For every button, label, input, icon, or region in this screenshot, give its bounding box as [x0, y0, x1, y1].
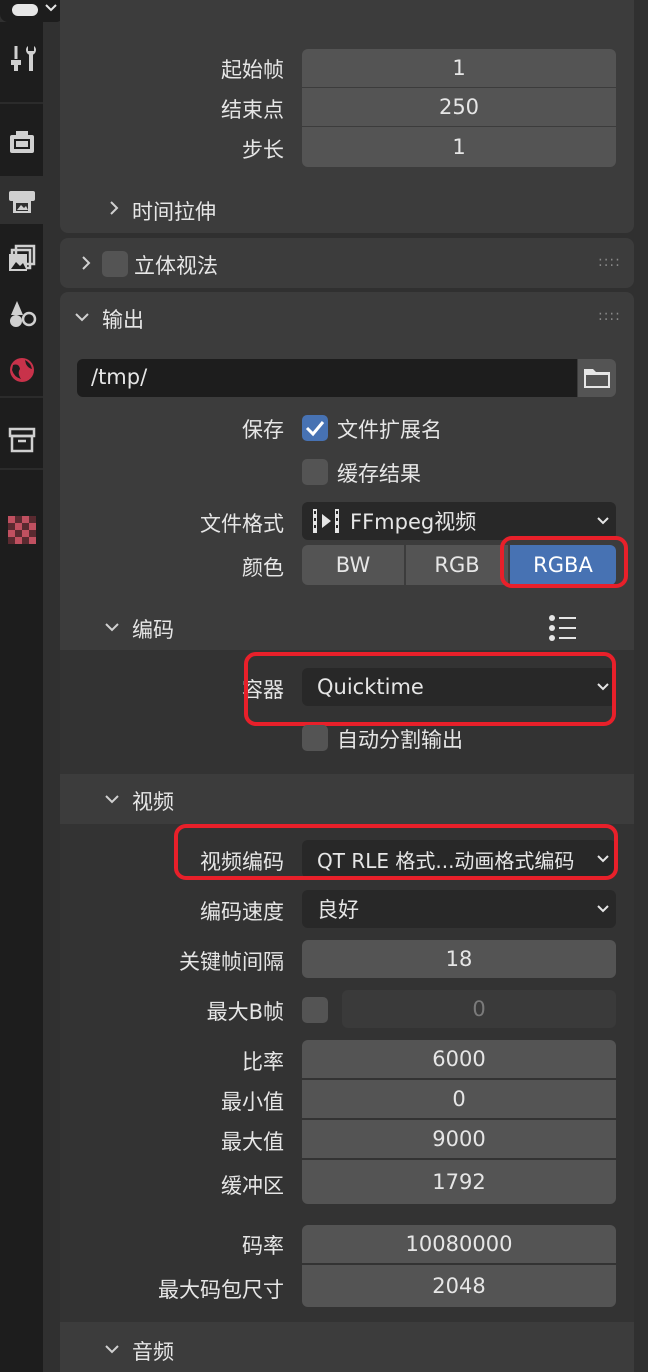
autosplit-checkbox[interactable] [302, 725, 328, 751]
frame-end-label: 结束点 [221, 98, 284, 122]
max-b-frames-field: 0 [342, 990, 616, 1028]
collection-icon [8, 427, 35, 453]
audio-title: 音频 [132, 1340, 174, 1364]
autosplit-label: 自动分割输出 [337, 728, 463, 752]
file-extensions-checkbox[interactable] [302, 415, 328, 441]
world-icon [9, 358, 34, 382]
file-format-dropdown[interactable]: FFmpeg视频 [302, 502, 616, 540]
film-icon [313, 509, 339, 533]
mux-packet-size-field[interactable]: 2048 [302, 1265, 616, 1307]
checkmark-icon [305, 421, 325, 437]
encoding-speed-label: 编码速度 [200, 900, 284, 924]
editor-type-button[interactable] [0, 0, 64, 22]
tab-render[interactable] [0, 118, 43, 166]
highlight-box [174, 824, 618, 880]
frame-start-field[interactable]: 1 [302, 49, 616, 87]
stereoscopy-panel[interactable]: 立体视法 :::: [60, 238, 634, 288]
video-header[interactable]: 视频 [60, 776, 634, 822]
tab-world[interactable] [0, 346, 43, 394]
chevron-down-icon [105, 1345, 119, 1354]
chevron-down-icon [75, 313, 89, 322]
bitrate-field[interactable]: 6000 [302, 1040, 616, 1078]
encoding-header[interactable]: 编码 [60, 604, 634, 650]
chevron-right-icon [82, 256, 91, 270]
frame-end-field[interactable]: 250 [302, 88, 616, 126]
drag-handle-icon[interactable]: :::: [598, 254, 621, 270]
encoding-speed-dropdown[interactable]: 良好 [302, 890, 616, 928]
frame-start-label: 起始帧 [221, 58, 284, 82]
color-bw-button[interactable]: BW [302, 545, 404, 585]
chevron-down-icon [597, 905, 609, 913]
cache-result-checkbox[interactable] [302, 459, 328, 485]
tab-tool[interactable] [0, 34, 43, 82]
save-label: 保存 [242, 418, 284, 442]
stereoscopy-label: 立体视法 [134, 254, 218, 278]
max-b-frames-checkbox[interactable] [302, 997, 328, 1023]
browse-folder-button[interactable] [578, 359, 616, 397]
encoding-title: 编码 [132, 618, 174, 642]
highlight-box [244, 652, 616, 726]
stereoscopy-checkbox[interactable] [102, 251, 128, 277]
drag-handle-icon[interactable]: :::: [598, 308, 621, 324]
file-extensions-label: 文件扩展名 [337, 418, 442, 442]
max-rate-label: 最大值 [221, 1130, 284, 1154]
min-rate-field[interactable]: 0 [302, 1080, 616, 1118]
keyframe-interval-field[interactable]: 18 [302, 940, 616, 978]
color-label: 颜色 [242, 556, 284, 580]
tab-texture[interactable] [0, 506, 43, 554]
tool-icon [10, 46, 36, 71]
highlight-box [500, 536, 628, 588]
chevron-down-icon [597, 517, 609, 525]
bitrate-label: 比率 [242, 1050, 284, 1074]
mux-rate-label: 码率 [242, 1234, 284, 1258]
frame-step-label: 步长 [242, 138, 284, 162]
video-title: 视频 [132, 790, 174, 814]
time-stretch-header[interactable]: 时间拉伸 [104, 194, 404, 224]
color-rgb-button[interactable]: RGB [406, 545, 508, 585]
max-b-frames-label: 最大B帧 [206, 1000, 284, 1024]
output-path-field[interactable]: /tmp/ [77, 359, 577, 397]
mux-rate-field[interactable]: 10080000 [302, 1225, 616, 1263]
tab-collection[interactable] [0, 416, 43, 464]
tab-scene[interactable] [0, 290, 43, 338]
encoding-speed-value: 良好 [317, 898, 359, 922]
chevron-down-icon [105, 623, 119, 632]
time-stretch-label: 时间拉伸 [132, 200, 216, 224]
file-format-label: 文件格式 [200, 512, 284, 536]
keyframe-interval-label: 关键帧间隔 [179, 950, 284, 974]
file-format-value: FFmpeg视频 [350, 510, 477, 534]
chevron-down-icon [45, 4, 57, 12]
output-title: 输出 [102, 308, 144, 332]
cache-result-label: 缓存结果 [337, 462, 421, 486]
chevron-right-icon [110, 201, 119, 215]
tab-output[interactable] [0, 176, 43, 224]
texture-icon [7, 516, 36, 544]
frame-step-field[interactable]: 1 [302, 127, 616, 167]
max-rate-field[interactable]: 9000 [302, 1120, 616, 1158]
presets-list-icon[interactable] [546, 614, 578, 642]
folder-icon [584, 369, 610, 388]
chevron-down-icon [105, 795, 119, 804]
min-rate-label: 最小值 [221, 1090, 284, 1114]
buffer-field[interactable]: 1792 [302, 1160, 616, 1204]
scene-icon [9, 301, 36, 327]
properties-tab-bar [0, 22, 43, 1372]
output-icon [8, 191, 35, 213]
output-path-text: /tmp/ [91, 365, 148, 389]
audio-header[interactable]: 音频 [60, 1326, 634, 1372]
tab-view-layer[interactable] [0, 234, 43, 282]
editor-type-icon [12, 4, 38, 16]
output-header[interactable]: 输出 :::: [60, 292, 634, 342]
mux-packet-size-label: 最大码包尺寸 [158, 1278, 284, 1302]
view-layer-icon [8, 244, 35, 271]
buffer-label: 缓冲区 [221, 1174, 284, 1198]
render-icon [9, 131, 34, 153]
